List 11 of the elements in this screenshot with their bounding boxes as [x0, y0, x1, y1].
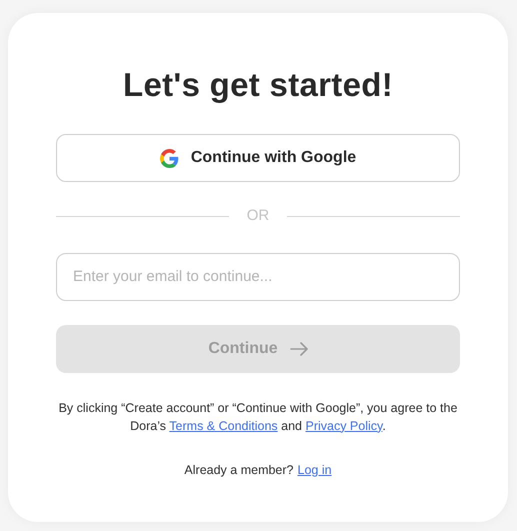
policy-link[interactable]: Privacy Policy — [305, 418, 382, 432]
arrow-right-icon — [290, 342, 308, 356]
terms-notice: By clicking “Create account” or “Continue with Google”, you agree to the Dora’s Terms & Conditions and Privacy Policy. — [58, 400, 458, 434]
heading: Let's get started! — [123, 65, 393, 105]
login-prompt: Already a member? — [184, 462, 294, 479]
policy-link[interactable]: Terms & Conditions — [169, 418, 278, 432]
google-button[interactable]: Continue with Google — [56, 134, 460, 182]
divider-label: OR — [246, 206, 270, 226]
google-logo-icon — [160, 148, 179, 168]
login-link[interactable]: Log in — [298, 460, 332, 480]
email-field[interactable]: Enter your email to continue... — [56, 252, 460, 300]
